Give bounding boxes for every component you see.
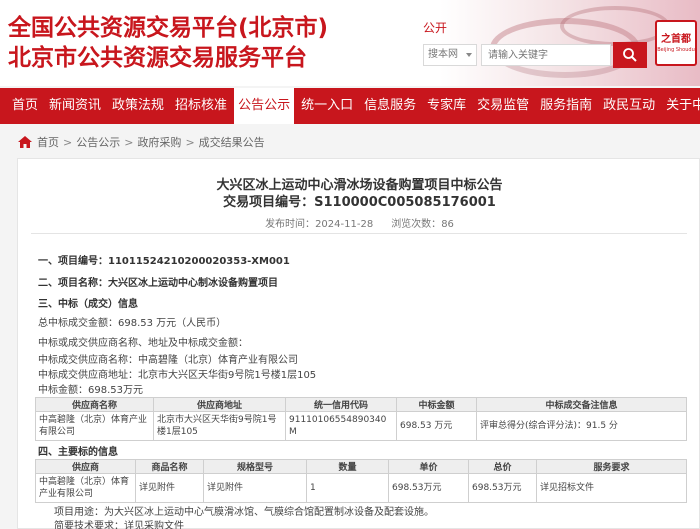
table-cell: 698.53万元: [388, 473, 469, 503]
award-info-heading: 中标或成交供应商名称、地址及中标成交金额：: [38, 338, 248, 349]
items-table: 供应商 商品名称 规格型号 数量 单价 总价 服务要求 中高碧隆（北京）体育产业…: [35, 459, 687, 503]
breadcrumb-separator: >: [185, 135, 195, 149]
supplier-name: 中标成交供应商名称：中高碧隆（北京）体育产业有限公司: [38, 355, 298, 366]
supplier-address: 中标成交供应商地址：北京市大兴区天华街9号院1号楼1层105: [38, 370, 317, 381]
tech-requirements: 简要技术要求：详见采购文件: [54, 521, 184, 529]
nav-item-announcements[interactable]: 公告公示: [234, 88, 295, 124]
search-button[interactable]: [613, 42, 647, 68]
views-label: 浏览次数：: [391, 219, 442, 230]
nav-item-supervision[interactable]: 交易监管: [473, 88, 533, 124]
public-link[interactable]: 公开: [423, 19, 447, 36]
home-icon: [18, 136, 32, 148]
section-award-info: 三、中标（成交）信息: [38, 299, 138, 310]
project-code: 交易项目编号：S110000C005085176001: [223, 195, 496, 210]
breadcrumb-home[interactable]: 首页: [37, 134, 59, 150]
breadcrumb-announcements[interactable]: 公告公示: [76, 134, 120, 150]
section-project-number: 一、项目编号：11011524210200020353-XM001: [38, 256, 290, 267]
search-scope-value: 搜本网: [428, 49, 458, 60]
table-header: 供应商地址: [153, 397, 286, 412]
table-cell: 北京市大兴区天华街9号院1号楼1层105: [153, 411, 286, 441]
search-input[interactable]: [481, 44, 611, 66]
nav-item-service-guide[interactable]: 服务指南: [536, 88, 596, 124]
logo-subtext: Beijing Shoudu: [657, 46, 695, 53]
table-cell: 91110106554890340M: [285, 411, 397, 441]
nav-item-unified-entry[interactable]: 统一入口: [297, 88, 357, 124]
section-project-name: 二、项目名称：大兴区冰上运动中心制冰设备购置项目: [38, 278, 278, 289]
table-header: 规格型号: [203, 459, 307, 474]
table-header: 商品名称: [135, 459, 204, 474]
section-main-items: 四、主要标的信息: [38, 447, 118, 458]
table-cell: 698.53 万元: [396, 411, 477, 441]
search-scope-select[interactable]: 搜本网: [423, 44, 477, 66]
table-header: 中标成交备注信息: [476, 397, 687, 412]
breadcrumb-separator: >: [63, 135, 73, 149]
views-count: 86: [441, 219, 454, 230]
table-header: 供应商: [35, 459, 136, 474]
table-cell: 评审总得分(综合评分法)：91.5 分: [476, 411, 687, 441]
table-row: 中高碧隆（北京）体育产业有限公司 详见附件 详见附件 1 698.53万元 69…: [35, 473, 687, 503]
table-cell: 详见附件: [135, 473, 204, 503]
publish-label: 发布时间：: [265, 219, 316, 230]
chevron-down-icon: [466, 53, 472, 57]
nav-item-bid-approval[interactable]: 招标核准: [171, 88, 231, 124]
breadcrumb-separator: >: [124, 135, 134, 149]
site-subtitle[interactable]: 北京市公共资源交易服务平台: [8, 38, 307, 72]
logo-text: 之首都: [661, 33, 691, 45]
table-header: 单价: [388, 459, 469, 474]
table-cell: 详见附件: [203, 473, 307, 503]
search-icon: [623, 48, 637, 62]
table-cell: 中高碧隆（北京）体育产业有限公司: [35, 411, 154, 441]
award-amount: 中标金额：698.53万元: [38, 385, 143, 396]
table-header: 服务要求: [536, 459, 687, 474]
divider: [31, 233, 687, 234]
project-use: 项目用途：为大兴区冰上运动中心气膜滑冰馆、气膜综合馆配置制冰设备及配套设施。: [54, 507, 434, 518]
breadcrumb: 首页 > 公告公示 > 政府采购 > 成交结果公告: [0, 131, 700, 153]
table-header: 中标金额: [396, 397, 477, 412]
table-cell: 1: [306, 473, 389, 503]
table-header: 供应商名称: [35, 397, 154, 412]
table-row: 中高碧隆（北京）体育产业有限公司 北京市大兴区天华街9号院1号楼1层105 91…: [35, 411, 687, 441]
table-header: 数量: [306, 459, 389, 474]
site-header: 全国公共资源交易平台(北京市) 北京市公共资源交易服务平台 公开 搜本网 之首都…: [0, 0, 700, 86]
nav-item-policy[interactable]: 政策法规: [108, 88, 168, 124]
nav-item-info-service[interactable]: 信息服务: [360, 88, 420, 124]
total-award-amount: 总中标成交金额：698.53 万元（人民币）: [38, 318, 227, 329]
announcement-card: 大兴区冰上运动中心滑冰场设备购置项目中标公告 交易项目编号：S110000C00…: [17, 158, 700, 529]
breadcrumb-gov-procurement[interactable]: 政府采购: [137, 134, 181, 150]
nav-item-home[interactable]: 首页: [8, 88, 42, 124]
table-header: 总价: [468, 459, 537, 474]
table-header-row: 供应商 商品名称 规格型号 数量 单价 总价 服务要求: [35, 459, 687, 474]
award-table: 供应商名称 供应商地址 统一信用代码 中标金额 中标成交备注信息 中高碧隆（北京…: [35, 397, 687, 441]
site-title[interactable]: 全国公共资源交易平台(北京市): [8, 8, 328, 42]
publish-date: 2024-11-28: [315, 219, 374, 230]
nav-item-expert-pool[interactable]: 专家库: [423, 88, 470, 124]
table-cell: 详见招标文件: [536, 473, 687, 503]
main-nav: 首页 新闻资讯 政策法规 招标核准 公告公示 统一入口 信息服务 专家库 交易监…: [0, 88, 700, 124]
table-cell: 中高碧隆（北京）体育产业有限公司: [35, 473, 136, 503]
nav-item-news[interactable]: 新闻资讯: [45, 88, 105, 124]
breadcrumb-result-announcement[interactable]: 成交结果公告: [199, 134, 265, 150]
table-header: 统一信用代码: [285, 397, 397, 412]
stadium-graphic-top: [560, 6, 670, 46]
doc-meta: 发布时间：2024-11-28 浏览次数：86: [18, 215, 700, 230]
table-cell: 698.53万元: [468, 473, 537, 503]
table-header-row: 供应商名称 供应商地址 统一信用代码 中标金额 中标成交备注信息: [35, 397, 687, 412]
nav-item-about[interactable]: 关于中心: [662, 88, 700, 124]
nav-item-interaction[interactable]: 政民互动: [599, 88, 659, 124]
capital-logo[interactable]: 之首都 Beijing Shoudu: [655, 20, 697, 66]
